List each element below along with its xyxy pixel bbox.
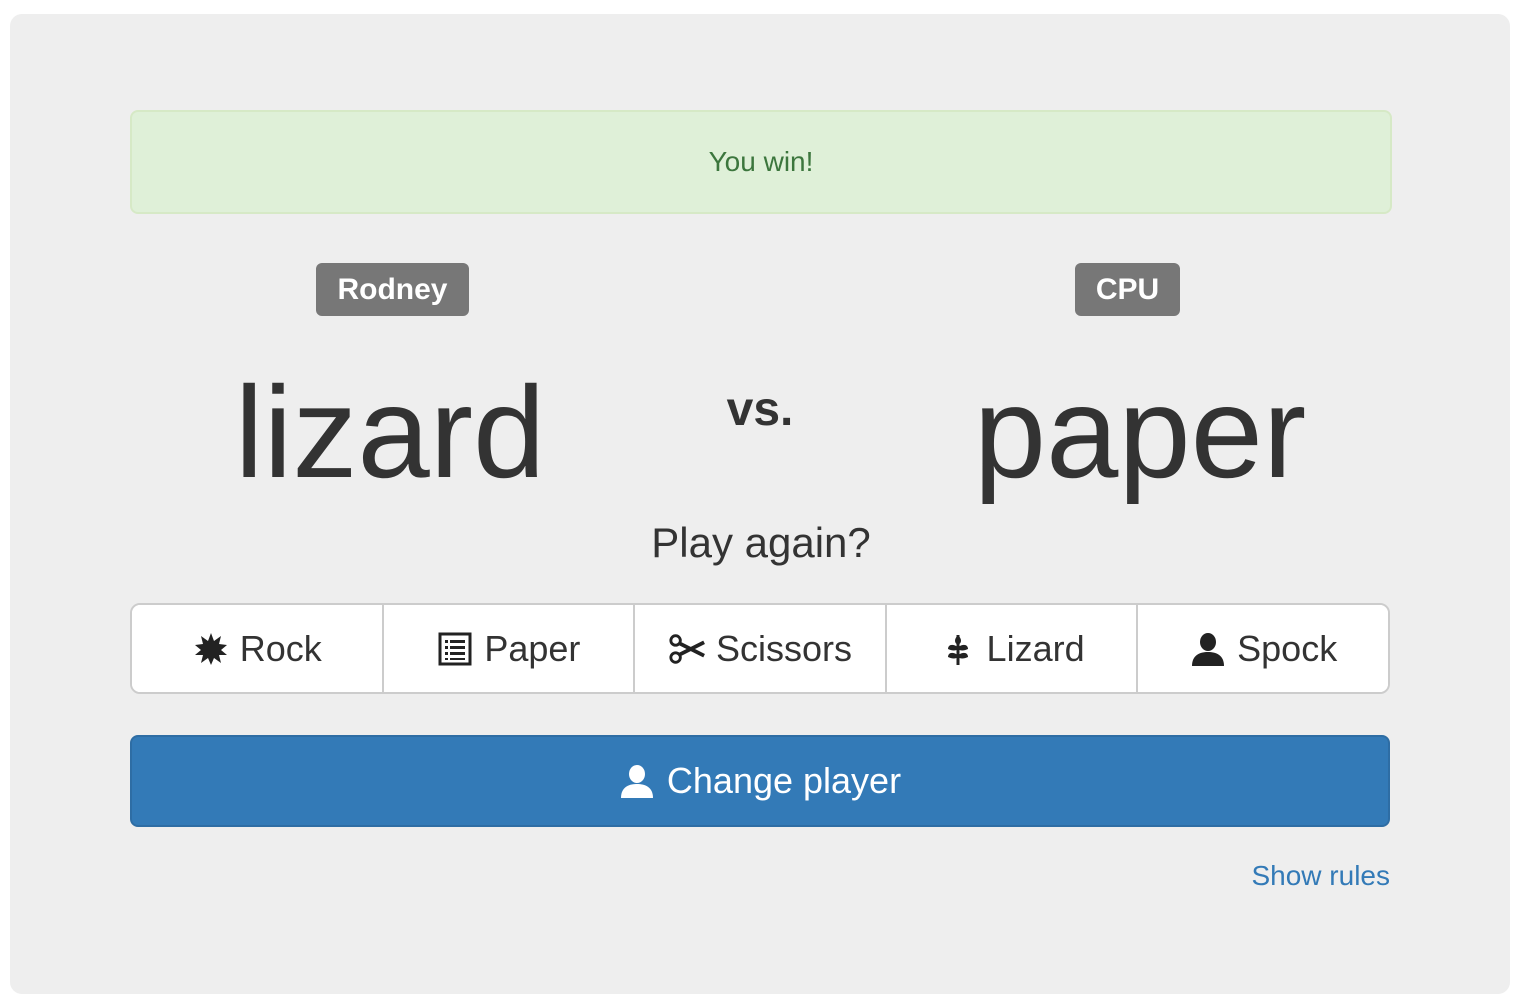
- paper-label: Paper: [484, 627, 581, 669]
- result-alert: You win!: [130, 110, 1392, 214]
- spock-button[interactable]: Spock: [1138, 605, 1388, 692]
- player-choice-text: lizard: [234, 359, 546, 505]
- play-again-prompt: Play again?: [651, 519, 871, 566]
- show-rules-link[interactable]: Show rules: [1251, 860, 1390, 892]
- user-icon: [1189, 630, 1227, 668]
- change-player-label: Change player: [666, 760, 902, 801]
- rock-label: Rock: [239, 627, 322, 669]
- paper-button[interactable]: Paper: [383, 605, 636, 692]
- cpu-name-badge: CPU: [1075, 263, 1180, 316]
- change-player-button[interactable]: Change player: [130, 735, 1390, 827]
- leaf-icon: [939, 630, 977, 668]
- game-panel: You win! Rodney CPU lizard vs. paper Pla…: [10, 14, 1510, 994]
- player-choice: lizard: [190, 352, 590, 512]
- lizard-button[interactable]: Lizard: [886, 605, 1139, 692]
- scissors-button[interactable]: Scissors: [635, 605, 887, 692]
- spock-label: Spock: [1237, 627, 1338, 669]
- list-document-icon: [436, 630, 474, 668]
- choice-button-group: Rock Paper Scissors Lizard Spock: [130, 603, 1390, 694]
- player-name-badge: Rodney: [316, 263, 469, 316]
- scissors-icon: [668, 630, 706, 668]
- asterisk-burst-icon: [192, 630, 230, 668]
- cpu-choice: paper: [930, 352, 1350, 512]
- result-message: You win!: [708, 146, 814, 177]
- cpu-choice-text: paper: [973, 359, 1307, 505]
- user-icon: [619, 763, 655, 799]
- vs-label: vs.: [726, 383, 794, 436]
- rock-button[interactable]: Rock: [132, 605, 384, 692]
- scissors-label: Scissors: [715, 627, 852, 669]
- lizard-label: Lizard: [986, 627, 1085, 669]
